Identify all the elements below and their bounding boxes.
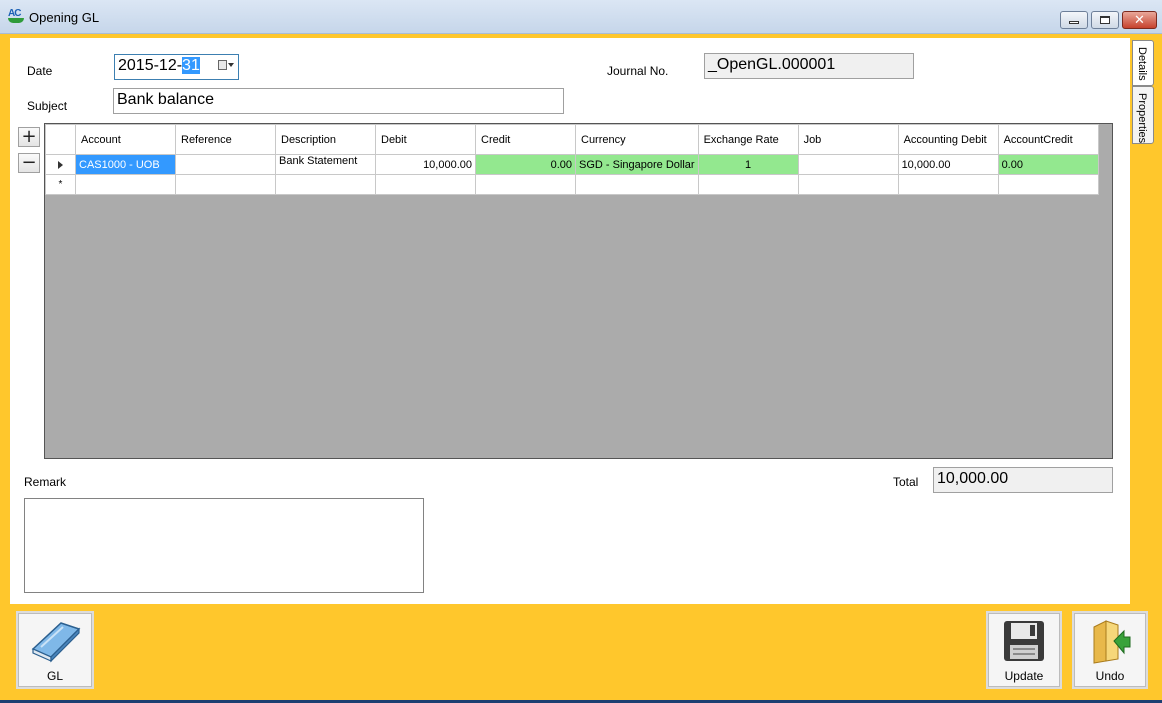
close-button[interactable]: ✕: [1122, 11, 1157, 29]
save-floppy-icon: [1002, 619, 1046, 666]
update-button-label: Update: [1004, 669, 1044, 683]
new-row-marker: *: [45, 174, 76, 195]
row-pointer-icon: [58, 161, 63, 169]
tab-details[interactable]: Details: [1132, 40, 1154, 86]
new-table-row[interactable]: *: [45, 174, 1099, 195]
journal-no-field: _OpenGL.000001: [704, 53, 914, 79]
book-icon: [27, 619, 83, 666]
date-picker[interactable]: 2015-12-31: [114, 54, 239, 80]
total-label: Total: [893, 475, 919, 489]
date-value: 2015-12-: [118, 57, 183, 74]
journal-no-label: Journal No.: [607, 64, 669, 78]
window-title: Opening GL: [29, 10, 100, 25]
cell-currency[interactable]: SGD - Singapore Dollar: [575, 154, 699, 175]
grid-header-row: Account Reference Description Debit Cred…: [45, 124, 1099, 155]
cell-job[interactable]: [797, 154, 899, 175]
current-row-indicator: [45, 154, 76, 175]
date-selected-part: 31: [182, 57, 200, 74]
maximize-button[interactable]: [1091, 11, 1119, 29]
new-cell-currency[interactable]: [575, 174, 699, 195]
undo-folder-icon: [1088, 619, 1132, 668]
remark-textarea[interactable]: [24, 498, 424, 593]
new-cell-accounting-debit[interactable]: [897, 174, 999, 195]
cell-accounting-debit[interactable]: 10,000.00: [897, 154, 999, 175]
cell-account-credit[interactable]: 0.00: [997, 154, 1099, 175]
gl-button-label: GL: [46, 669, 63, 683]
remove-row-button[interactable]: −: [18, 153, 40, 173]
undo-button-label: Undo: [1095, 669, 1125, 683]
total-field: 10,000.00: [933, 467, 1113, 493]
tab-properties[interactable]: Properties: [1132, 86, 1154, 144]
subject-label: Subject: [27, 99, 68, 113]
add-row-button[interactable]: +: [18, 127, 40, 147]
minimize-button[interactable]: [1060, 11, 1088, 29]
new-cell-account-credit[interactable]: [997, 174, 1099, 195]
grid-corner: [45, 124, 76, 155]
table-row[interactable]: CAS1000 - UOB Bank Statement 10,000.00 0…: [45, 154, 1099, 175]
gl-button[interactable]: GL: [16, 611, 94, 689]
cell-debit[interactable]: 10,000.00: [375, 154, 476, 175]
new-cell-reference[interactable]: [175, 174, 276, 195]
cell-reference[interactable]: [175, 154, 276, 175]
calendar-dropdown-icon[interactable]: [218, 60, 234, 72]
tab-details-label: Details: [1136, 47, 1148, 81]
cell-account[interactable]: CAS1000 - UOB: [75, 154, 176, 175]
column-header-reference[interactable]: Reference: [175, 124, 276, 155]
title-bar: AC Opening GL ✕: [0, 0, 1162, 34]
new-cell-debit[interactable]: [375, 174, 476, 195]
minimize-icon: [1069, 21, 1079, 24]
subject-input[interactable]: Bank balance: [113, 88, 564, 114]
tab-properties-label: Properties: [1136, 93, 1148, 144]
new-cell-credit[interactable]: [475, 174, 576, 195]
remark-label: Remark: [24, 475, 67, 489]
column-header-account[interactable]: Account: [75, 124, 176, 155]
column-header-debit[interactable]: Debit: [375, 124, 476, 155]
new-cell-account[interactable]: [75, 174, 176, 195]
column-header-job[interactable]: Job: [797, 124, 899, 155]
date-label: Date: [27, 64, 53, 78]
cell-description[interactable]: Bank Statement: [275, 154, 376, 175]
cell-exchange-rate[interactable]: 1: [697, 154, 799, 175]
close-icon: ✕: [1134, 12, 1145, 28]
update-button[interactable]: Update: [986, 611, 1062, 689]
journal-grid[interactable]: Account Reference Description Debit Cred…: [44, 123, 1113, 459]
undo-button[interactable]: Undo: [1072, 611, 1148, 689]
column-header-accounting-debit[interactable]: Accounting Debit: [897, 124, 999, 155]
column-header-account-credit[interactable]: AccountCredit: [997, 124, 1099, 155]
app-logo-icon: AC: [8, 9, 24, 23]
new-cell-exchange-rate[interactable]: [697, 174, 799, 195]
maximize-icon: [1100, 16, 1110, 24]
cell-credit[interactable]: 0.00: [475, 154, 576, 175]
new-cell-description[interactable]: [275, 174, 376, 195]
column-header-description[interactable]: Description: [275, 124, 376, 155]
column-header-exchange-rate[interactable]: Exchange Rate: [697, 124, 799, 155]
column-header-credit[interactable]: Credit: [475, 124, 576, 155]
column-header-currency[interactable]: Currency: [575, 124, 699, 155]
new-cell-job[interactable]: [797, 174, 899, 195]
